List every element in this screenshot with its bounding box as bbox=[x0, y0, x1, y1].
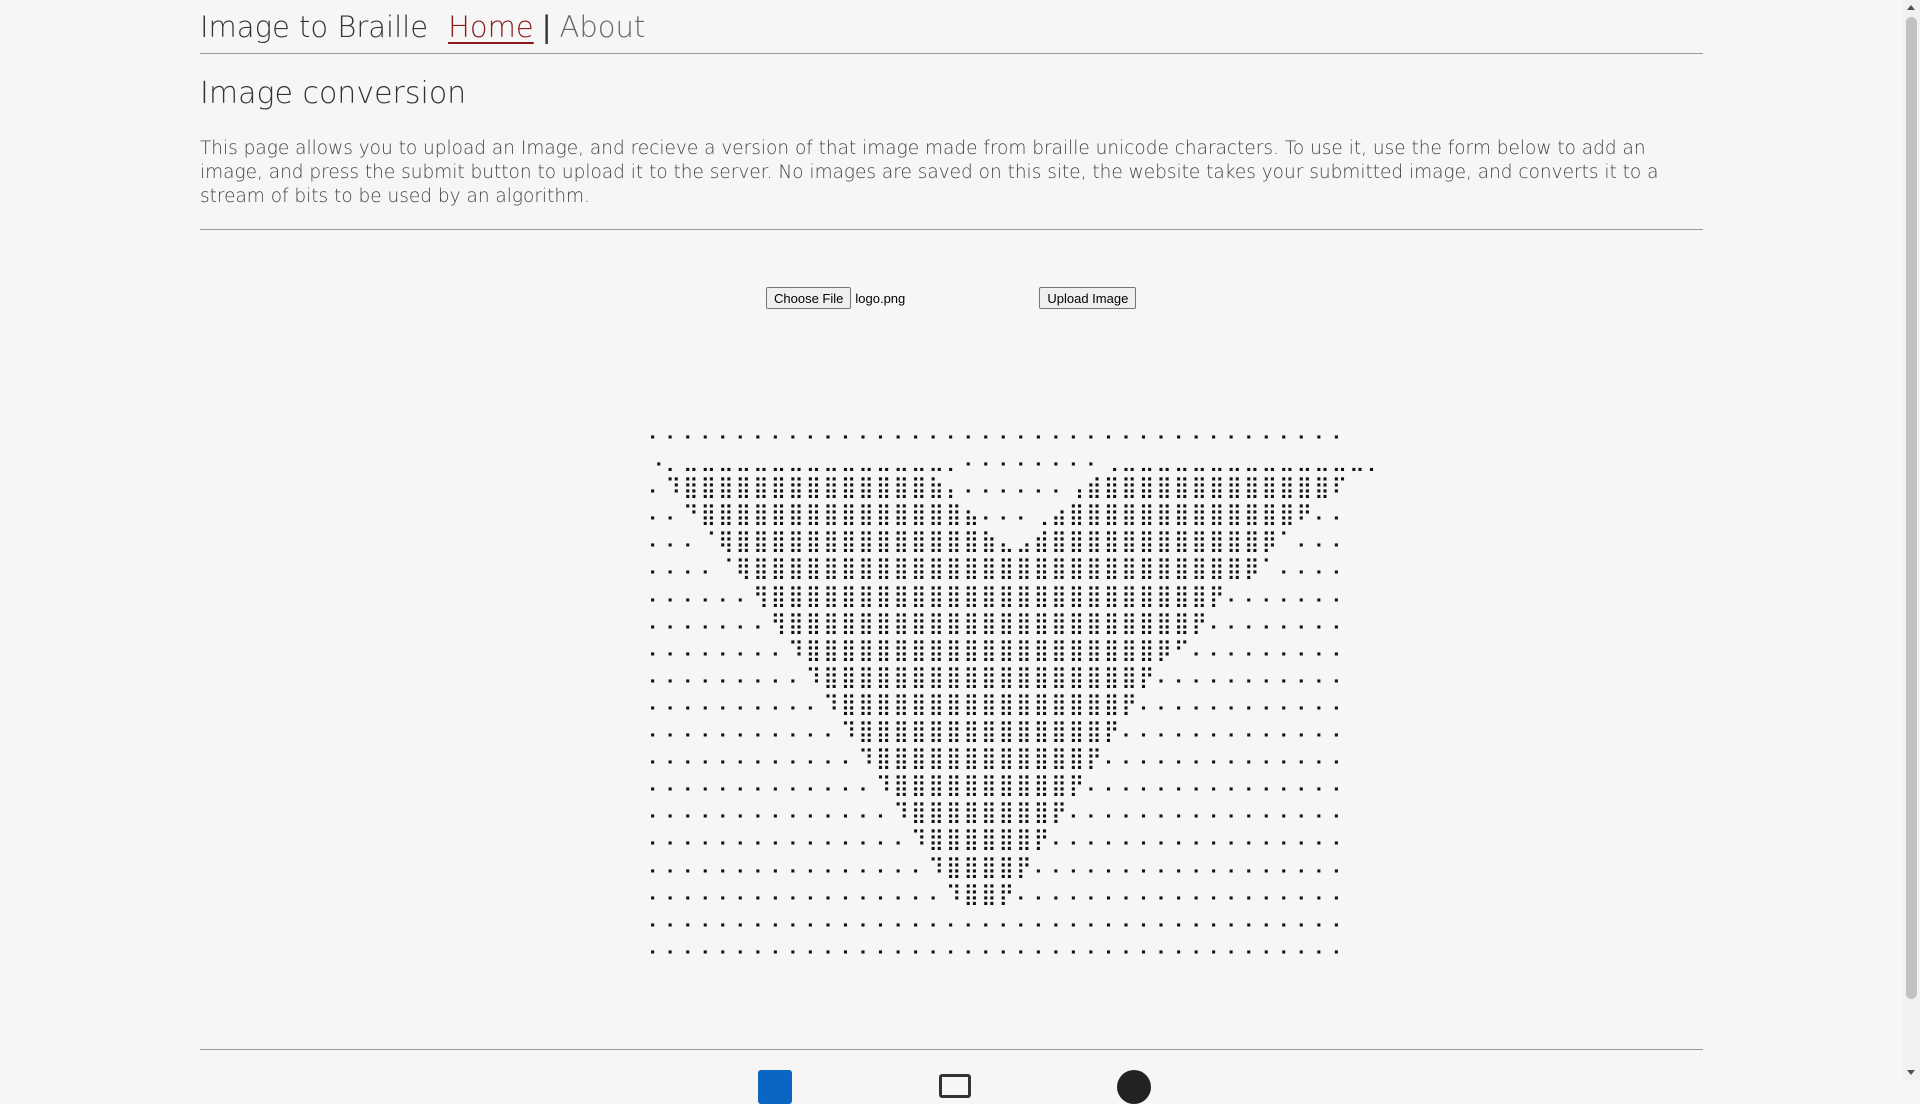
linkedin-icon[interactable] bbox=[758, 1070, 792, 1104]
mail-icon[interactable] bbox=[939, 1074, 971, 1098]
page-title: Image conversion bbox=[200, 76, 467, 111]
site-header: Image to Braille Home | About bbox=[200, 0, 1703, 54]
scrollbar-thumb[interactable] bbox=[1906, 17, 1917, 999]
vertical-scrollbar[interactable] bbox=[1903, 0, 1920, 1080]
nav-separator: | bbox=[541, 9, 552, 44]
upload-form: Choose File logo.png Upload Image bbox=[766, 287, 1137, 309]
scroll-down-arrow-icon[interactable] bbox=[1907, 1070, 1915, 1075]
github-icon[interactable] bbox=[1117, 1070, 1151, 1104]
page-description: This page allows you to upload an Image,… bbox=[200, 138, 1659, 207]
main-content: Image conversion This page allows you to… bbox=[200, 70, 1703, 238]
selected-file-name: logo.png bbox=[855, 290, 906, 306]
upload-image-button[interactable]: Upload Image bbox=[1039, 287, 1137, 309]
scroll-up-arrow-icon[interactable] bbox=[1907, 5, 1915, 10]
site-brand: Image to Braille bbox=[200, 9, 429, 44]
choose-file-button[interactable]: Choose File bbox=[766, 287, 852, 309]
nav-about-link[interactable]: About bbox=[560, 10, 646, 44]
braille-output: ⠄⠄⠄⠄⠄⠄⠄⠄⠄⠄⠄⠄⠄⠄⠄⠄⠄⠄⠄⠄⠄⠄⠄⠄⠄⠄⠄⠄⠄⠄⠄⠄⠄⠄⠄⠄⠄⠄⠄⠄… bbox=[648, 421, 1385, 960]
nav-home-link[interactable]: Home bbox=[448, 10, 534, 44]
page: Image to Braille Home | About Image conv… bbox=[0, 0, 1903, 1104]
footer-divider bbox=[200, 1049, 1703, 1050]
section-divider bbox=[200, 229, 1703, 230]
